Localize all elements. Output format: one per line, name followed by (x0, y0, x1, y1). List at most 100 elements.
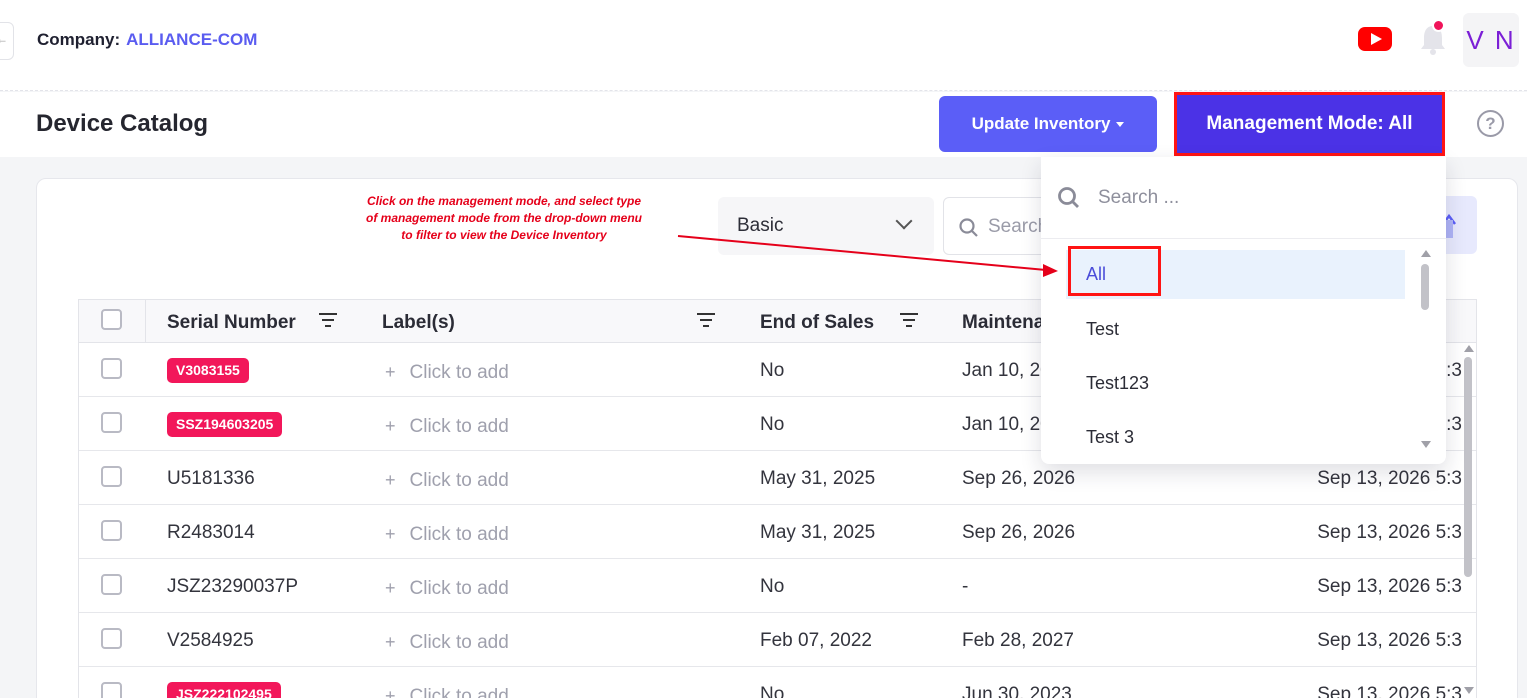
scroll-down-icon[interactable] (1421, 441, 1431, 448)
add-label-text: Click to add (409, 632, 509, 653)
arrow-left-icon: ← (0, 32, 8, 46)
column-header-serial[interactable]: Serial Number (167, 312, 296, 334)
management-mode-dropdown: Search ... All Test Test123 Test 3 (1041, 157, 1446, 464)
sidebar-collapse-tab[interactable]: ← (0, 22, 14, 60)
column-header-maintenance[interactable]: Maintena (962, 312, 1044, 334)
end-of-sales-cell: May 31, 2025 (760, 468, 876, 489)
plus-icon: + (385, 416, 396, 436)
scroll-up-icon[interactable] (1421, 250, 1431, 257)
maintenance-cell: Sep 26, 2026 (962, 468, 1076, 489)
select-all-checkbox[interactable] (101, 309, 122, 330)
maintenance-cell: - (962, 576, 969, 597)
table-row[interactable]: R2483014 + Click to add May 31, 2025 Sep 26,… (79, 505, 1476, 559)
add-label-button[interactable]: + Click to add (385, 578, 509, 600)
dropdown-option-test-3[interactable]: Test 3 (1066, 413, 1405, 462)
dropdown-option-test123[interactable]: Test123 (1066, 359, 1405, 408)
end-of-sales-cell: No (760, 414, 785, 435)
add-label-button[interactable]: + Click to add (385, 416, 509, 438)
add-label-text: Click to add (409, 578, 509, 599)
serial-number[interactable]: R2483014 (167, 522, 255, 544)
maintenance-cell: Jun 30, 2023 (962, 684, 1072, 698)
row-checkbox[interactable] (101, 466, 122, 487)
add-label-button[interactable]: + Click to add (385, 686, 509, 698)
last-updated-cell: Sep 13, 2026 5:3 (1317, 684, 1462, 698)
annotation-line-2: of management mode from the drop-down me… (365, 211, 642, 225)
annotation-line-3: to filter to view the Device Inventory (401, 228, 607, 242)
company-name[interactable]: ALLIANCE-COM (126, 30, 257, 49)
plus-icon: + (385, 362, 396, 382)
scroll-thumb[interactable] (1421, 264, 1429, 310)
top-bar: ← Company: ALLIANCE-COM V N (0, 0, 1527, 91)
maintenance-cell: Sep 26, 2026 (962, 522, 1076, 543)
plus-icon: + (385, 524, 396, 544)
view-mode-value: Basic (737, 215, 784, 236)
update-inventory-button[interactable]: Update Inventory (939, 96, 1157, 152)
dropdown-search-placeholder: Search ... (1098, 187, 1180, 208)
search-icon (1058, 187, 1079, 208)
page-header: Device Catalog Update Inventory Manageme… (0, 92, 1527, 157)
row-checkbox[interactable] (101, 412, 122, 433)
search-icon (959, 218, 978, 237)
row-checkbox[interactable] (101, 682, 122, 698)
add-label-button[interactable]: + Click to add (385, 524, 509, 546)
add-label-button[interactable]: + Click to add (385, 470, 509, 492)
plus-icon: + (385, 632, 396, 652)
last-updated-cell: Sep 13, 2026 5:3 (1317, 522, 1462, 543)
filter-icon[interactable] (899, 312, 919, 328)
table-search-placeholder: Search (988, 216, 1049, 237)
serial-number[interactable]: U5181336 (167, 468, 255, 490)
company-label: Company: (37, 30, 121, 49)
end-of-sales-cell: No (760, 684, 785, 698)
annotation-line-1: Click on the management mode, and select… (366, 194, 642, 208)
table-row[interactable]: V2584925 + Click to add Feb 07, 2022 Feb 28,… (79, 613, 1476, 667)
column-header-labels[interactable]: Label(s) (382, 312, 455, 334)
row-checkbox[interactable] (101, 520, 122, 541)
table-search-input[interactable]: Search (943, 197, 1053, 255)
management-mode-button[interactable]: Management Mode: All (1174, 92, 1445, 156)
serial-number[interactable]: V3083155 (167, 358, 249, 383)
scroll-down-icon[interactable] (1464, 687, 1474, 694)
add-label-text: Click to add (409, 524, 509, 545)
update-inventory-label: Update Inventory (971, 114, 1111, 133)
serial-number[interactable]: JSZ222102495 (167, 682, 281, 698)
youtube-icon[interactable] (1358, 27, 1392, 51)
table-row[interactable]: JSZ222102495 + Click to add No Jun 30, 2023 S… (79, 667, 1476, 698)
add-label-button[interactable]: + Click to add (385, 362, 509, 384)
plus-icon: + (385, 686, 396, 698)
maintenance-cell: Jan 10, 20 (962, 414, 1051, 435)
row-checkbox[interactable] (101, 628, 122, 649)
serial-number[interactable]: V2584925 (167, 630, 254, 652)
user-avatar[interactable]: V N (1463, 13, 1519, 67)
end-of-sales-cell: May 31, 2025 (760, 522, 876, 543)
page-title: Device Catalog (36, 110, 209, 137)
serial-number[interactable]: JSZ23290037P (167, 576, 298, 598)
add-label-text: Click to add (409, 470, 509, 491)
highlight-box (1068, 246, 1161, 296)
company-info: Company: ALLIANCE-COM (37, 30, 257, 50)
scroll-up-icon[interactable] (1464, 345, 1474, 352)
column-header-end-of-sales[interactable]: End of Sales (760, 312, 874, 334)
filter-icon[interactable] (318, 312, 338, 328)
filter-icon[interactable] (696, 312, 716, 328)
row-checkbox[interactable] (101, 574, 122, 595)
table-row[interactable]: JSZ23290037P + Click to add No - Sep 13, 2026… (79, 559, 1476, 613)
last-updated-cell: Sep 13, 2026 5:3 (1317, 468, 1462, 489)
caret-down-icon (1116, 122, 1125, 128)
help-icon[interactable]: ? (1477, 110, 1504, 137)
add-label-button[interactable]: + Click to add (385, 632, 509, 654)
notification-dot (1432, 19, 1445, 32)
row-checkbox[interactable] (101, 358, 122, 379)
add-label-text: Click to add (409, 362, 509, 383)
dropdown-search[interactable]: Search ... (1041, 157, 1446, 239)
plus-icon: + (385, 470, 396, 490)
maintenance-cell: Feb 28, 2027 (962, 630, 1074, 651)
table-scrollbar[interactable] (1461, 343, 1477, 698)
scroll-thumb[interactable] (1464, 357, 1472, 577)
end-of-sales-cell: No (760, 360, 785, 381)
view-mode-select[interactable]: Basic (718, 197, 934, 255)
last-updated-cell: Sep 13, 2026 5:3 (1317, 576, 1462, 597)
dropdown-option-test[interactable]: Test (1066, 305, 1405, 354)
serial-number[interactable]: SSZ194603205 (167, 412, 283, 437)
add-label-text: Click to add (409, 686, 509, 698)
dropdown-scrollbar[interactable] (1418, 248, 1434, 452)
